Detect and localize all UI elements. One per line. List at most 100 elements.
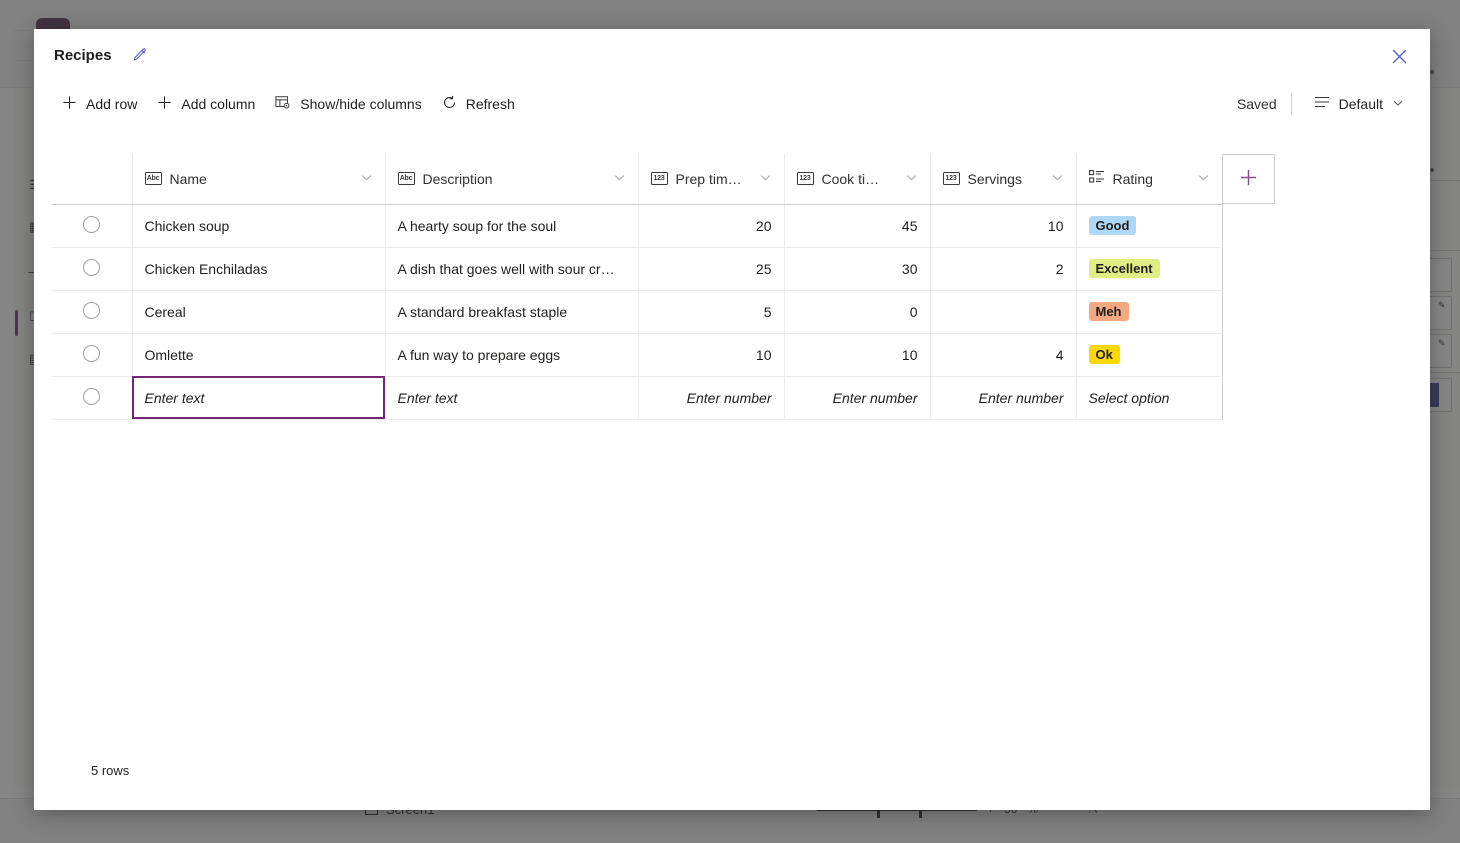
grid-body: Chicken soup A hearty soup for the soul … xyxy=(52,204,1275,419)
add-row-button[interactable]: Add row xyxy=(52,88,147,120)
cell-cook-time[interactable]: 10 xyxy=(784,333,930,376)
column-header-label: Rating xyxy=(1113,171,1189,187)
column-header-label: Name xyxy=(170,171,352,187)
number-type-icon: 123 xyxy=(651,172,668,185)
column-header-label: Cook ti… xyxy=(822,171,897,187)
table-row[interactable]: Cereal A standard breakfast staple 5 0 M… xyxy=(52,290,1275,333)
chevron-down-icon[interactable] xyxy=(905,171,918,187)
add-column-button[interactable]: Add column xyxy=(147,88,265,120)
chevron-down-icon xyxy=(1392,96,1404,112)
refresh-label: Refresh xyxy=(466,96,515,112)
plus-icon xyxy=(157,95,172,113)
cell-rating[interactable]: Meh xyxy=(1076,290,1222,333)
choice-type-icon xyxy=(1089,170,1105,187)
new-row-description-input[interactable]: Enter text xyxy=(385,376,638,419)
list-icon xyxy=(1314,95,1330,112)
cell-prep-time[interactable]: 5 xyxy=(638,290,784,333)
cell-description[interactable]: A hearty soup for the soul xyxy=(385,204,638,247)
cell-servings[interactable]: 10 xyxy=(930,204,1076,247)
cell-name[interactable]: Omlette xyxy=(132,333,385,376)
column-header-name[interactable]: Abc Name xyxy=(132,154,385,204)
cell-servings[interactable]: 4 xyxy=(930,333,1076,376)
page-title: Recipes xyxy=(54,47,112,64)
pencil-icon[interactable] xyxy=(126,41,154,69)
plus-icon xyxy=(62,95,77,113)
cell-name[interactable]: Chicken soup xyxy=(132,204,385,247)
cell-rating[interactable]: Excellent xyxy=(1076,247,1222,290)
cell-servings[interactable]: 2 xyxy=(930,247,1076,290)
cell-rating[interactable]: Good xyxy=(1076,204,1222,247)
cell-prep-time[interactable]: 20 xyxy=(638,204,784,247)
saved-status: Saved xyxy=(1237,96,1291,112)
table-row[interactable]: Omlette A fun way to prepare eggs 10 10 … xyxy=(52,333,1275,376)
row-select-radio[interactable] xyxy=(83,345,100,362)
row-select-cell[interactable] xyxy=(52,376,132,419)
show-hide-columns-label: Show/hide columns xyxy=(300,96,421,112)
status-badge: Good xyxy=(1089,216,1137,235)
new-row-name-input[interactable]: Enter text xyxy=(132,376,385,419)
new-row-prep-time-input[interactable]: Enter number xyxy=(638,376,784,419)
chevron-down-icon[interactable] xyxy=(759,171,772,187)
add-column-header-cell xyxy=(1222,154,1275,204)
row-select-cell[interactable] xyxy=(52,333,132,376)
cell-prep-time[interactable]: 10 xyxy=(638,333,784,376)
modal-toolbar: Add row Add column Show/hide columns xyxy=(34,81,1430,126)
cell-cook-time[interactable]: 45 xyxy=(784,204,930,247)
new-row-rating-select[interactable]: Select option xyxy=(1076,376,1222,419)
add-row-label: Add row xyxy=(86,96,137,112)
new-row-servings-input[interactable]: Enter number xyxy=(930,376,1076,419)
table-settings-icon xyxy=(275,95,291,113)
row-select-radio[interactable] xyxy=(83,388,100,405)
row-select-radio[interactable] xyxy=(83,302,100,319)
select-all-header xyxy=(52,154,132,204)
new-row[interactable]: Enter text Enter text Enter number Enter… xyxy=(52,376,1275,419)
table-row[interactable]: Chicken Enchiladas A dish that goes well… xyxy=(52,247,1275,290)
row-select-radio[interactable] xyxy=(83,259,100,276)
cell-name[interactable]: Cereal xyxy=(132,290,385,333)
status-badge: Ok xyxy=(1089,345,1120,364)
column-header-cook-time[interactable]: 123 Cook ti… xyxy=(784,154,930,204)
chevron-down-icon[interactable] xyxy=(1051,171,1064,187)
text-type-icon: Abc xyxy=(145,172,162,185)
view-selector-button[interactable]: Default xyxy=(1306,88,1412,120)
row-select-radio[interactable] xyxy=(83,216,100,233)
row-end-spacer xyxy=(1222,290,1275,333)
grid-container: Abc Name Abc Description xyxy=(34,126,1430,810)
cell-cook-time[interactable]: 30 xyxy=(784,247,930,290)
column-header-rating[interactable]: Rating xyxy=(1076,154,1222,204)
cell-description[interactable]: A dish that goes well with sour cr… xyxy=(385,247,638,290)
recipes-data-table-modal: Recipes Add row Add column xyxy=(34,29,1430,810)
chevron-down-icon[interactable] xyxy=(360,171,373,187)
column-header-description[interactable]: Abc Description xyxy=(385,154,638,204)
add-column-button[interactable] xyxy=(1223,154,1275,204)
row-select-cell[interactable] xyxy=(52,204,132,247)
row-select-cell[interactable] xyxy=(52,247,132,290)
row-select-cell[interactable] xyxy=(52,290,132,333)
refresh-button[interactable]: Refresh xyxy=(432,88,525,120)
column-header-label: Servings xyxy=(968,171,1043,187)
column-header-label: Description xyxy=(423,171,605,187)
cell-description[interactable]: A fun way to prepare eggs xyxy=(385,333,638,376)
cell-cook-time[interactable]: 0 xyxy=(784,290,930,333)
grid-header-row: Abc Name Abc Description xyxy=(52,154,1275,204)
chevron-down-icon[interactable] xyxy=(1197,171,1210,187)
data-grid: Abc Name Abc Description xyxy=(52,154,1275,420)
status-badge: Excellent xyxy=(1089,259,1160,278)
cell-rating[interactable]: Ok xyxy=(1076,333,1222,376)
column-header-prep-time[interactable]: 123 Prep tim… xyxy=(638,154,784,204)
chevron-down-icon[interactable] xyxy=(613,171,626,187)
column-header-servings[interactable]: 123 Servings xyxy=(930,154,1076,204)
close-icon[interactable] xyxy=(1382,39,1416,73)
refresh-icon xyxy=(442,95,457,113)
show-hide-columns-button[interactable]: Show/hide columns xyxy=(265,88,431,120)
add-column-label: Add column xyxy=(181,96,255,112)
row-end-spacer xyxy=(1222,376,1275,419)
toolbar-right-group: Saved Default xyxy=(1237,88,1412,120)
modal-header: Recipes xyxy=(34,29,1430,81)
cell-name[interactable]: Chicken Enchiladas xyxy=(132,247,385,290)
cell-description[interactable]: A standard breakfast staple xyxy=(385,290,638,333)
cell-servings[interactable] xyxy=(930,290,1076,333)
new-row-cook-time-input[interactable]: Enter number xyxy=(784,376,930,419)
cell-prep-time[interactable]: 25 xyxy=(638,247,784,290)
table-row[interactable]: Chicken soup A hearty soup for the soul … xyxy=(52,204,1275,247)
